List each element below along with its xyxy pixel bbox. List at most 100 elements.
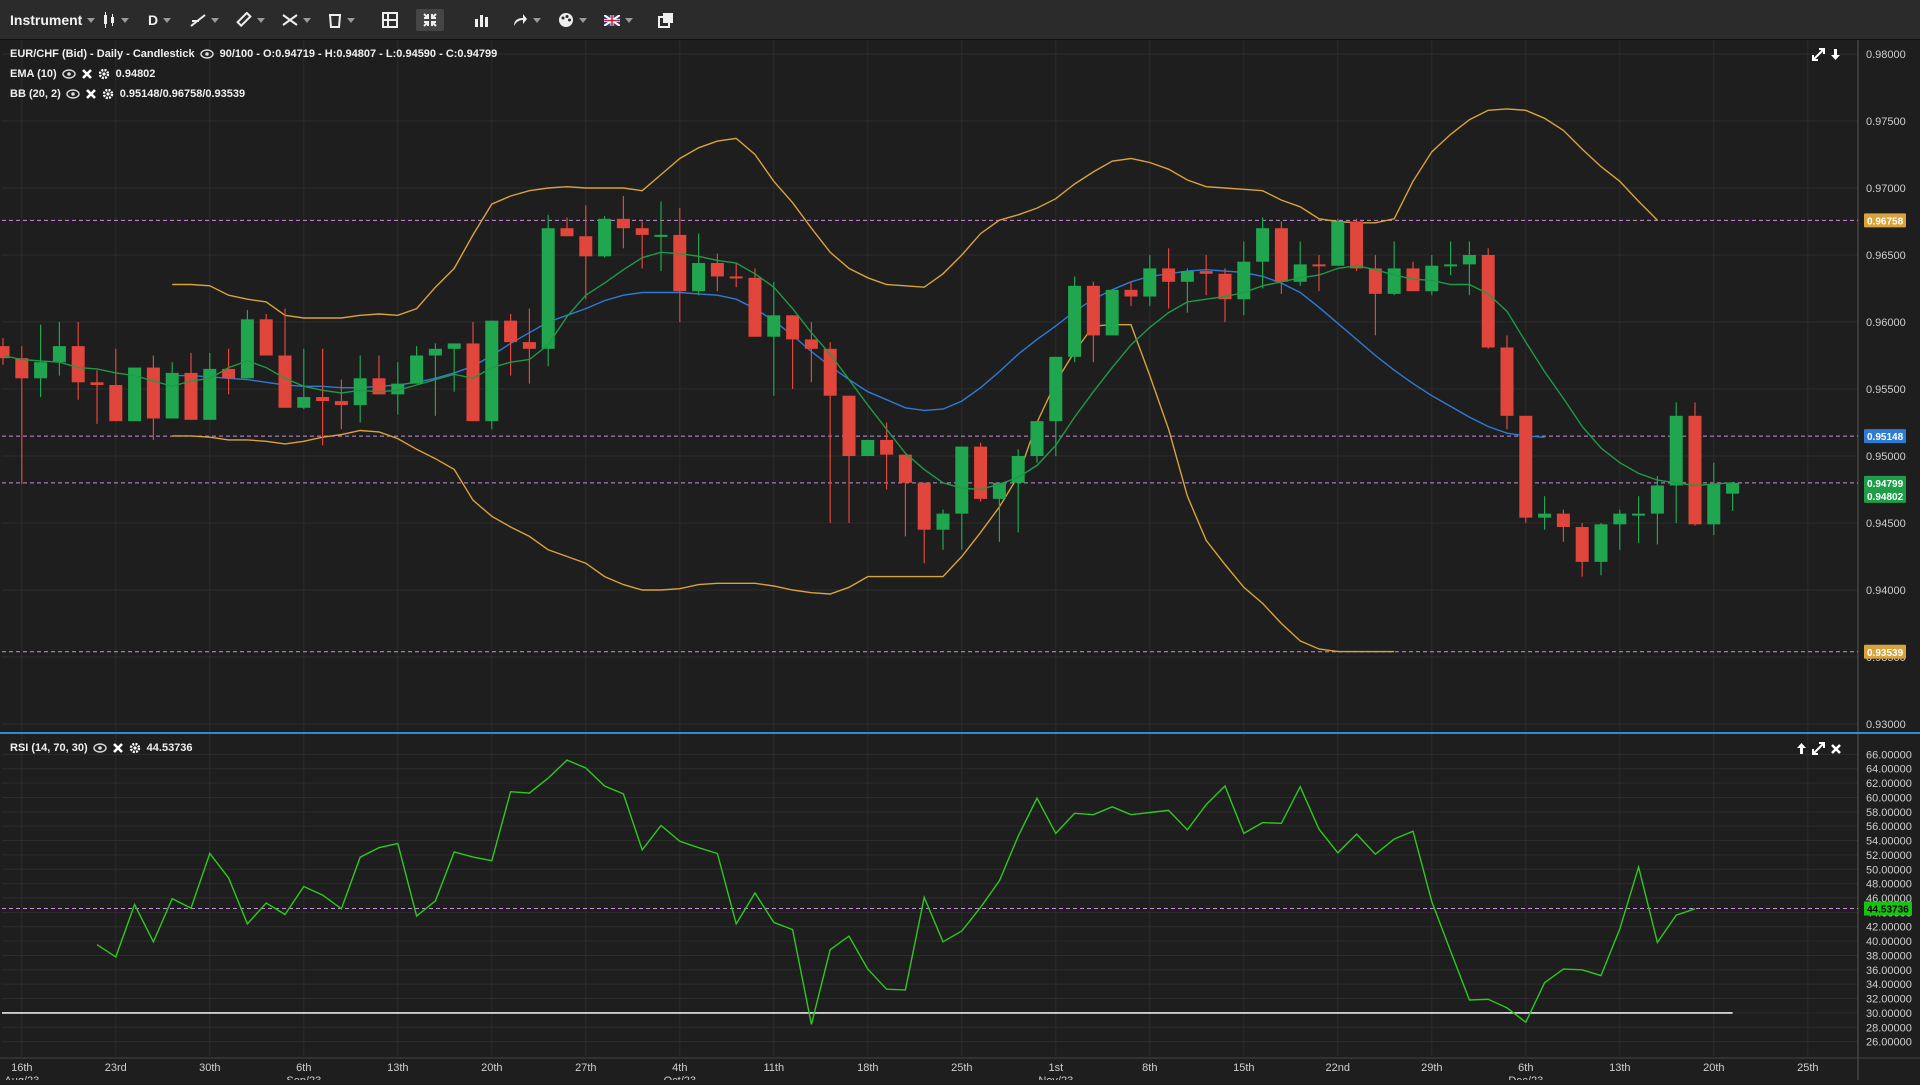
eye-icon[interactable] (199, 49, 214, 59)
line-tool-menu[interactable] (190, 9, 219, 31)
time-tick-label: 27th (575, 1062, 596, 1074)
close-icon[interactable] (85, 88, 97, 100)
candle-body (1331, 221, 1345, 266)
chevron-down-icon (533, 17, 541, 23)
gear-icon[interactable] (129, 742, 141, 754)
candle-type-menu[interactable] (102, 9, 129, 31)
eye-icon[interactable] (92, 743, 107, 753)
eye-icon[interactable] (61, 69, 76, 79)
expand-icon[interactable] (1812, 742, 1825, 760)
candle-body (240, 319, 254, 379)
candle-body (34, 362, 48, 379)
close-icon[interactable] (81, 68, 93, 80)
rsi-tick-label: 50.00000 (1866, 864, 1912, 876)
rsi-tick-label: 26.00000 (1866, 1037, 1912, 1049)
time-tick-label: 23rd (105, 1062, 127, 1074)
chevron-down-icon (121, 17, 129, 23)
candle-body (504, 320, 518, 343)
candle-body (654, 234, 668, 237)
chevron-down-icon (347, 17, 355, 23)
rsi-tick-label: 42.00000 (1866, 922, 1912, 934)
candle-body (165, 372, 179, 419)
rsi-tick-label: 48.00000 (1866, 879, 1912, 891)
candle-body (729, 276, 743, 279)
chevron-down-icon (211, 17, 219, 23)
price-panel[interactable]: 0.930000.935000.940000.945000.950000.955… (0, 40, 1920, 734)
candle-body (522, 342, 536, 349)
close-icon[interactable] (1830, 742, 1842, 760)
candle-body (1462, 255, 1476, 265)
palette-menu[interactable] (558, 9, 587, 31)
chevron-down-icon (257, 17, 265, 23)
price-legend-main: EUR/CHF (Bid) - Daily - Candlestick 90/1… (10, 48, 497, 60)
rsi-tick-label: 28.00000 (1866, 1022, 1912, 1034)
candle-body (1726, 482, 1740, 494)
candle-body (616, 218, 630, 229)
fullscreen-icon (423, 13, 437, 27)
bar-chart-button[interactable] (474, 9, 490, 31)
drawing-menu[interactable] (282, 9, 311, 31)
candle-body (1707, 484, 1721, 525)
period-menu[interactable]: D (148, 9, 172, 31)
expand-icon[interactable] (1812, 48, 1825, 66)
candle-body (579, 236, 593, 257)
time-tick-month: Sep/23 (286, 1075, 321, 1080)
layout-button[interactable] (382, 9, 398, 31)
line-tool-icon (190, 14, 206, 27)
rsi-tick-label: 38.00000 (1866, 950, 1912, 962)
rsi-value: 44.53736 (146, 742, 193, 754)
price-chart[interactable]: 0.930000.935000.940000.945000.950000.955… (0, 40, 1920, 734)
close-icon[interactable] (112, 742, 124, 754)
price-badge-text: 0.96758 (1867, 216, 1904, 227)
candle-body (1105, 289, 1119, 336)
instrument-label: Instrument (10, 12, 83, 28)
instrument-menu[interactable]: Instrument (10, 9, 96, 31)
fullscreen-button[interactable] (416, 9, 444, 31)
rsi-axis: 26.00000 28.00000 30.00000 32.00000 34.00000… (1866, 749, 1912, 1048)
candle-body (1556, 513, 1570, 528)
gear-icon[interactable] (98, 68, 110, 80)
bb-label: BB (20, 2) (10, 88, 61, 100)
price-tick-label: 0.93000 (1866, 719, 1906, 731)
candle-body (880, 439, 894, 455)
candle-body (259, 319, 273, 356)
candle-body (898, 454, 912, 483)
rsi-panel[interactable]: 26.00000 28.00000 30.00000 32.00000 34.00000… (0, 734, 1920, 1085)
arrow-down-icon[interactable] (1830, 48, 1841, 66)
candle-body (748, 277, 762, 337)
gear-icon[interactable] (102, 88, 114, 100)
candle-body (1519, 415, 1533, 518)
eye-icon[interactable] (66, 89, 80, 99)
popout-button[interactable] (658, 9, 674, 31)
candle-body (1256, 228, 1270, 262)
candle-body (710, 263, 724, 277)
candle-body (786, 315, 800, 340)
candle-body (52, 346, 66, 363)
time-tick-label: 25th (951, 1062, 972, 1074)
chevron-down-icon (303, 17, 311, 23)
candle-body (635, 228, 649, 235)
candle-body (1143, 268, 1157, 297)
share-menu[interactable] (512, 9, 541, 31)
candle-body (297, 397, 311, 408)
candle-body (1481, 255, 1495, 348)
rsi-background (0, 734, 1920, 1080)
candle-body (1049, 356, 1063, 422)
bb-legend: BB (20, 2) 0.95148/0.96758/0.93539 (10, 88, 245, 100)
time-tick-label: 6th (296, 1062, 311, 1074)
candle-body (428, 348, 442, 356)
candle-body (71, 346, 85, 383)
time-tick-label: 13th (387, 1062, 408, 1074)
language-menu[interactable] (604, 9, 633, 31)
share-icon (514, 14, 527, 26)
candle-body (316, 397, 330, 402)
ema-legend: EMA (10) 0.94802 (10, 68, 155, 80)
trash-menu[interactable] (328, 9, 355, 31)
arrow-up-icon[interactable] (1796, 742, 1807, 760)
candle-body (1368, 268, 1382, 294)
ruler-menu[interactable] (236, 9, 265, 31)
rsi-chart[interactable]: 26.00000 28.00000 30.00000 32.00000 34.00000… (0, 734, 1920, 1085)
rsi-legend: RSI (14, 70, 30) 44.53736 (10, 742, 193, 754)
price-tick-label: 0.96500 (1866, 250, 1906, 262)
price-tick-label: 0.95500 (1866, 384, 1906, 396)
